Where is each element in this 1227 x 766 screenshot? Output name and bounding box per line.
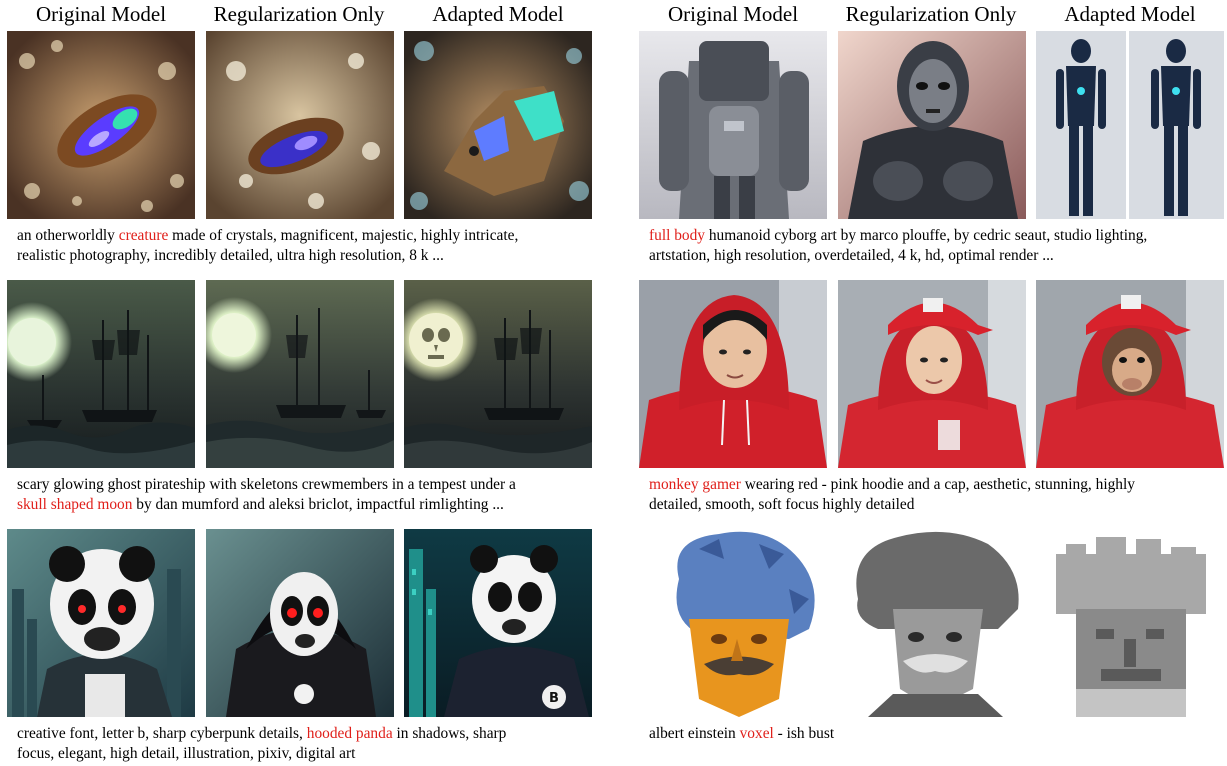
right-header-adapted: Adapted Model	[1064, 2, 1196, 26]
svg-text:B: B	[549, 691, 559, 706]
left-row1-caption: an otherworldly creature made of crystal…	[17, 226, 518, 266]
right-header-regularization: Regularization Only	[845, 2, 1017, 26]
left-row1-adapted-image	[404, 31, 592, 219]
right-row2-regularization-image	[838, 280, 1026, 468]
right-row1-caption: full body humanoid cyborg art by marco p…	[649, 226, 1147, 266]
caption-line: creative font, letter b, sharp cyberpunk…	[17, 725, 507, 742]
caption-line: detailed, smooth, soft focus highly deta…	[649, 496, 915, 513]
right-row1-original-image	[639, 31, 827, 219]
caption-line: an otherworldly creature made of crystal…	[17, 227, 519, 244]
left-header-regularization: Regularization Only	[213, 2, 385, 26]
caption-line: realistic photography, incredibly detail…	[17, 247, 444, 264]
left-row3-regularization-image	[206, 529, 394, 717]
right-row3-regularization-image	[838, 529, 1026, 717]
right-row3-adapted-image	[1036, 529, 1224, 717]
left-row3-original-image	[7, 529, 195, 717]
left-row2-regularization-image	[206, 280, 394, 468]
left-row1-original-image	[7, 31, 195, 219]
left-header-original: Original Model	[35, 2, 167, 26]
caption-line: focus, elegant, high detail, illustratio…	[17, 745, 356, 762]
right-row1-adapted-image	[1036, 31, 1224, 219]
left-header-adapted: Adapted Model	[432, 2, 564, 26]
caption-line: full body humanoid cyborg art by marco p…	[649, 227, 1148, 244]
caption-line: monkey gamer wearing red - pink hoodie a…	[649, 476, 1135, 493]
right-row2-adapted-image	[1036, 280, 1224, 468]
right-row3-caption: albert einstein voxel - ish bust	[649, 724, 834, 744]
left-row2-original-image	[7, 280, 195, 468]
left-row2-caption: scary glowing ghost pirateship with skel…	[17, 475, 516, 515]
caption-line: scary glowing ghost pirateship with skel…	[17, 476, 516, 493]
left-row3-caption: creative font, letter b, sharp cyberpunk…	[17, 724, 506, 764]
right-row2-caption: monkey gamer wearing red - pink hoodie a…	[649, 475, 1135, 515]
right-row1-regularization-image	[838, 31, 1026, 219]
caption-line: artstation, high resolution, overdetaile…	[649, 247, 1054, 264]
caption-line: albert einstein voxel - ish bust	[649, 725, 835, 742]
left-row1-regularization-image	[206, 31, 394, 219]
left-row2-adapted-image	[404, 280, 592, 468]
caption-line: skull shaped moon by dan mumford and ale…	[17, 496, 504, 513]
left-row3-adapted-image: B	[404, 529, 592, 717]
right-row3-original-image	[639, 529, 827, 717]
right-row2-original-image	[639, 280, 827, 468]
right-header-original: Original Model	[667, 2, 799, 26]
